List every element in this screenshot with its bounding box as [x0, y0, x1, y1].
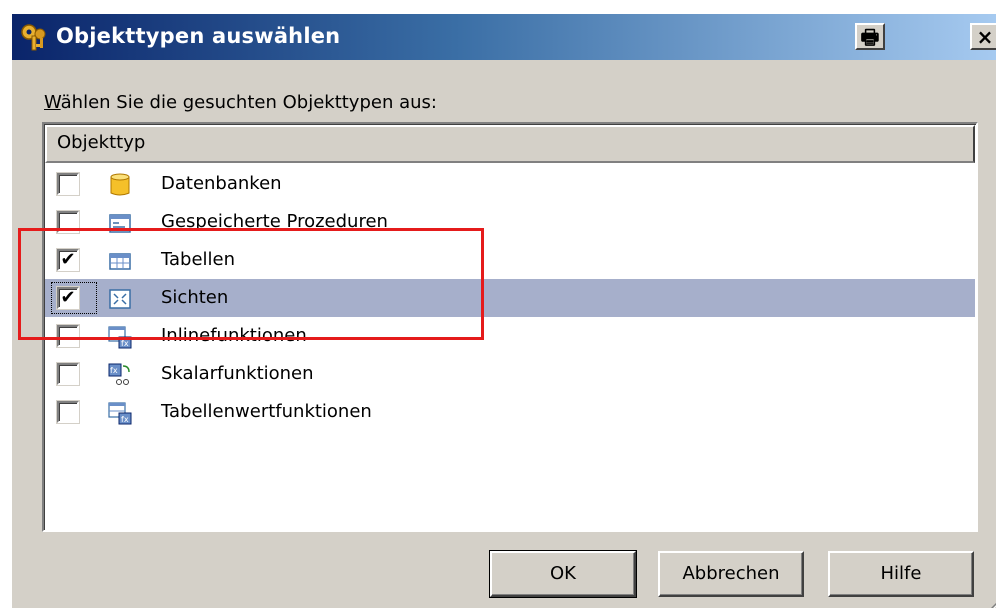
- list-item-label: Datenbanken: [161, 173, 282, 194]
- column-header-objekttyp[interactable]: Objekttyp: [45, 125, 975, 163]
- resize-grip-icon[interactable]: [980, 592, 996, 608]
- printer-icon: 🖶: [860, 24, 880, 49]
- dialog-title: Objekttypen auswählen: [56, 24, 341, 48]
- close-button[interactable]: ×: [970, 23, 996, 50]
- list-item[interactable]: Datenbanken: [45, 165, 975, 203]
- highlight-annotation-box: [18, 228, 484, 340]
- list-item-label: Skalarfunktionen: [161, 363, 314, 384]
- scalar-function-icon: fx: [108, 363, 130, 385]
- checkbox[interactable]: [57, 401, 79, 423]
- keys-icon: [21, 24, 46, 51]
- svg-text:fx: fx: [121, 339, 129, 348]
- help-button[interactable]: Hilfe: [828, 551, 974, 597]
- prompt-text: ählen Sie die gesuchten Objekttypen aus:: [60, 92, 437, 113]
- object-types-prompt: Wählen Sie die gesuchten Objekttypen aus…: [44, 92, 437, 113]
- svg-text:fx: fx: [110, 366, 118, 375]
- prompt-accelerator: W: [44, 92, 61, 113]
- title-bar[interactable]: Objekttypen auswählen 🖶 ×: [12, 14, 996, 60]
- cancel-button[interactable]: Abbrechen: [658, 551, 804, 597]
- close-icon: ×: [976, 24, 994, 49]
- table-valued-function-icon: fx: [108, 402, 132, 425]
- list-item[interactable]: fx Skalarfunktionen: [45, 355, 975, 393]
- database-icon: [110, 173, 130, 196]
- checkbox[interactable]: [57, 173, 79, 195]
- list-item[interactable]: fx Tabellenwertfunktionen: [45, 393, 975, 431]
- print-button[interactable]: 🖶: [855, 23, 885, 50]
- ok-button[interactable]: OK: [489, 550, 637, 598]
- checkbox[interactable]: [57, 363, 79, 385]
- list-item-label: Tabellenwertfunktionen: [161, 401, 372, 422]
- svg-text:fx: fx: [121, 415, 129, 424]
